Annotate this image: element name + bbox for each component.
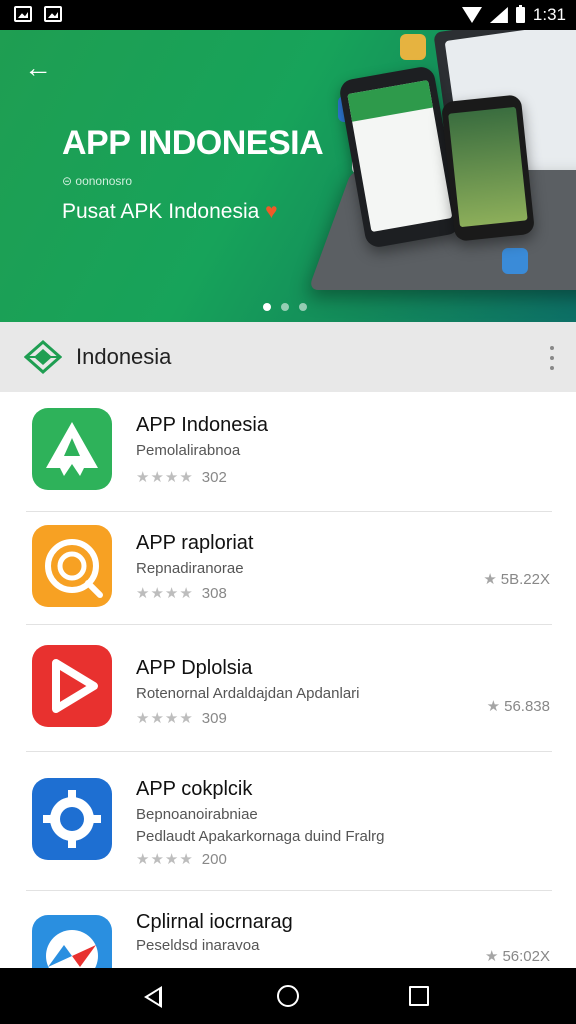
app-name[interactable]: APP Dplolsia — [136, 657, 252, 680]
back-arrow-icon[interactable]: ← — [24, 54, 52, 82]
circle-home-icon[interactable] — [277, 985, 299, 1007]
list-item[interactable]: APP Dplolsia Rotenornal Ardaldajdan Apda… — [0, 625, 576, 751]
list-item[interactable]: APP raploriat Repnadiranorae ★★★★ 308 ★ 5B… — [0, 512, 576, 625]
section-header: Indonesia — [0, 322, 576, 392]
app-size-value: 56:02X — [502, 948, 550, 965]
app-chip-icon — [400, 34, 426, 60]
app-description: Repnadiranorae — [136, 560, 244, 577]
image-notification-icon — [14, 6, 32, 22]
app-description: Rotenornal Ardaldajdan Apdanlari — [136, 685, 360, 702]
app-rating: ★★★★ 302 — [136, 468, 227, 486]
app-list: APP Indonesia Pemolalirabnoa ★★★★ 302 APP… — [0, 392, 576, 968]
battery-icon — [515, 5, 525, 23]
list-item[interactable]: Cplirnal iocrnarag Peseldsd inaravoa ★ 56… — [0, 891, 576, 968]
app-name[interactable]: APP cokplcik — [136, 778, 252, 801]
app-chip-icon — [502, 248, 528, 274]
rating-count: 302 — [201, 469, 227, 486]
star-icon: ★ — [485, 948, 499, 965]
rating-count: 308 — [201, 585, 227, 602]
status-time: 1:31 — [532, 5, 566, 24]
hero-banner[interactable]: ← APP INDONESIA ⊝ oononosro Pusat APK In… — [0, 30, 576, 322]
rating-stars-icon: ★★★★ — [136, 585, 194, 602]
carousel-dot[interactable] — [281, 303, 289, 311]
rating-stars-icon: ★★★★ — [136, 851, 194, 868]
star-icon: ★ — [483, 571, 497, 588]
hero-subtitle-text: Pusat APK Indonesia — [62, 200, 260, 223]
hero-subtitle: Pusat APK Indonesia ♥ — [62, 200, 278, 224]
rating-stars-icon: ★★★★ — [136, 710, 194, 727]
carousel-dot-active[interactable] — [263, 303, 271, 311]
app-size: ★ 56:02X — [485, 947, 550, 965]
list-item[interactable]: APP cokplcik Bepnoanoirabniae Pedlaudt A… — [0, 752, 576, 890]
red-play-app-icon[interactable] — [32, 645, 112, 727]
app-rating: ★★★★ 308 — [136, 584, 227, 602]
orange-circle-app-icon[interactable] — [32, 525, 112, 607]
star-icon: ★ — [486, 698, 501, 715]
gallery-notification-icon — [44, 6, 62, 22]
status-bar: 1:31 — [0, 0, 576, 30]
app-name[interactable]: APP Indonesia — [136, 414, 268, 437]
app-description: Pemolalirabnoa — [136, 442, 241, 459]
app-size-value: 56.838 — [504, 698, 550, 715]
app-name[interactable]: APP raploriat — [136, 532, 253, 555]
heart-icon: ♥ — [265, 200, 278, 223]
app-description-line-2: Pedlaudt Apakarkornaga duind Fralrg — [136, 828, 385, 845]
triangle-back-icon[interactable] — [144, 986, 162, 1008]
section-title: Indonesia — [76, 344, 172, 369]
app-name[interactable]: Cplirnal iocrnarag — [136, 911, 293, 934]
carousel-dot[interactable] — [299, 303, 307, 311]
green-app-logo-icon[interactable] — [32, 408, 112, 490]
more-options-icon[interactable] — [548, 346, 556, 370]
list-item[interactable]: APP Indonesia Pemolalirabnoa ★★★★ 302 — [0, 392, 576, 512]
app-size: ★ 56.838 — [487, 697, 550, 715]
signal-icon — [489, 7, 508, 23]
rating-count: 200 — [201, 851, 227, 868]
green-diamond-logo-icon — [24, 340, 62, 374]
app-size: ★ 5B.22X — [483, 570, 550, 588]
square-recents-icon[interactable] — [409, 986, 429, 1006]
blue-compass-app-icon[interactable] — [32, 915, 112, 968]
app-description: Bepnoanoirabniae — [136, 806, 258, 823]
app-size-value: 5B.22X — [500, 571, 550, 588]
hero-title: APP INDONESIA — [62, 124, 324, 162]
app-description: Peseldsd inaravoa — [136, 937, 260, 954]
app-rating: ★★★★ 309 — [136, 709, 227, 727]
wifi-icon — [461, 7, 482, 23]
hero-small-text: ⊝ oononosro — [62, 174, 133, 188]
phone-illustration — [440, 94, 536, 242]
rating-count: 309 — [201, 710, 227, 727]
blue-gear-app-icon[interactable] — [32, 778, 112, 860]
app-rating: ★★★★ 200 — [136, 850, 227, 868]
rating-stars-icon: ★★★★ — [136, 469, 194, 486]
carousel-indicator — [263, 303, 307, 311]
navigation-bar — [0, 968, 576, 1024]
